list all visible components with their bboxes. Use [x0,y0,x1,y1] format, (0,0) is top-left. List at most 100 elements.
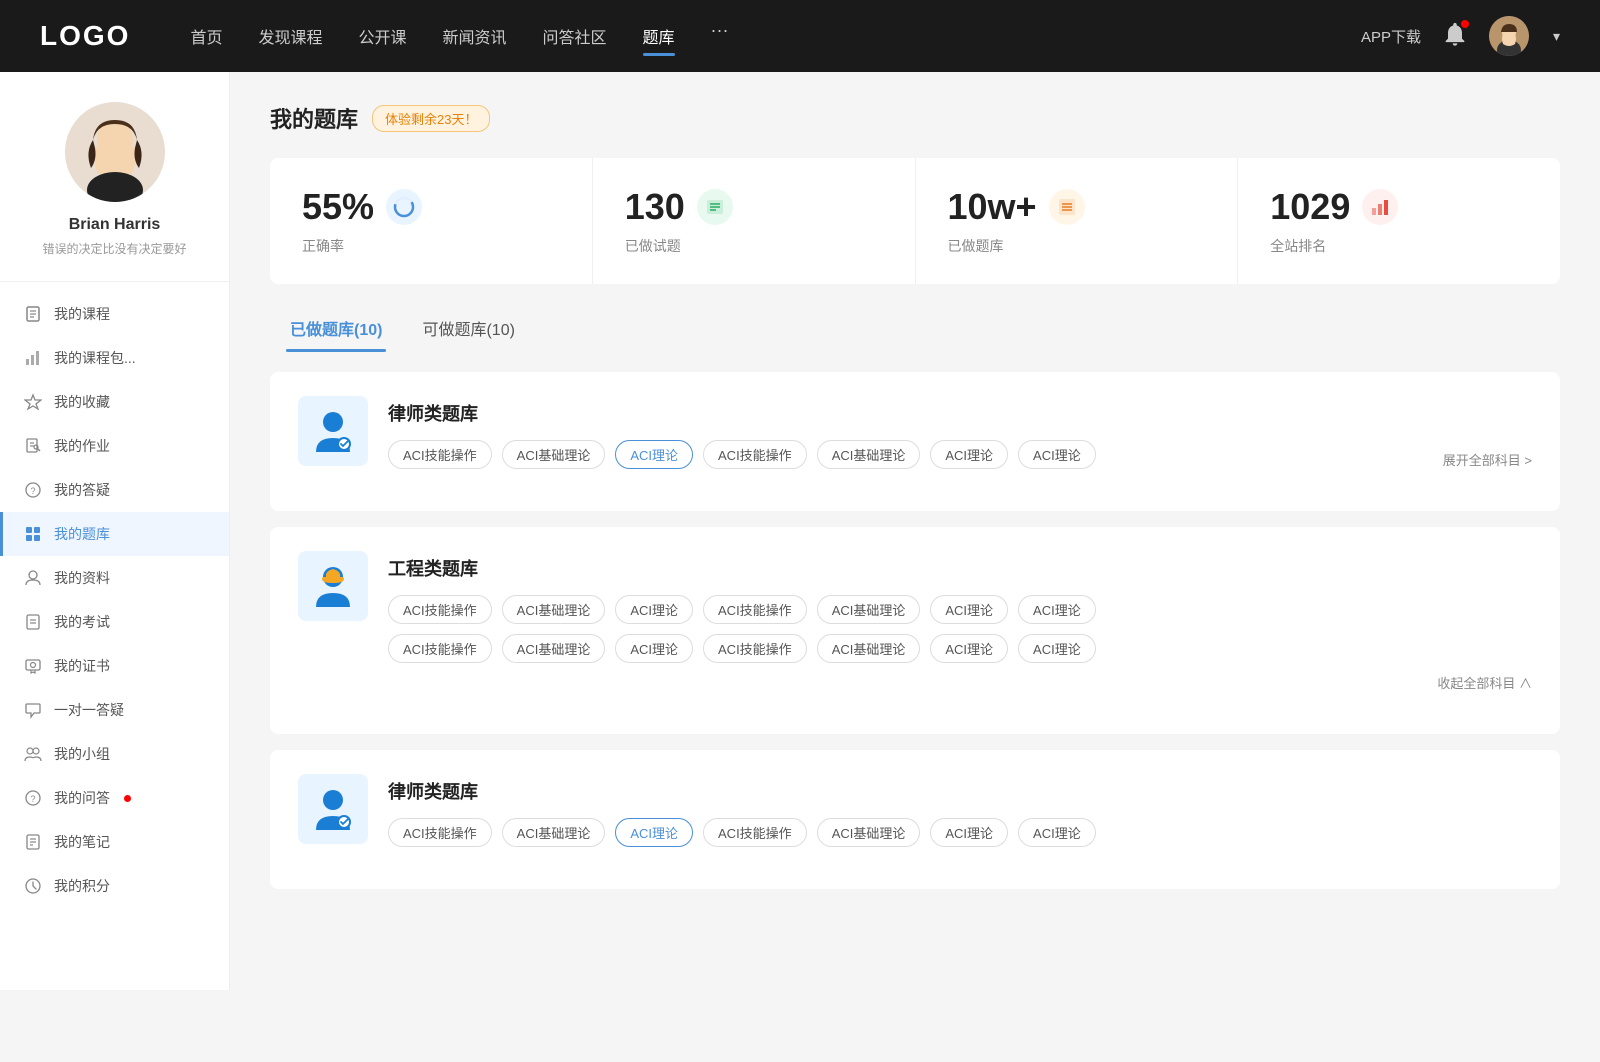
sidebar-label-my-collect: 我的收藏 [54,392,110,412]
star-icon [24,393,42,411]
tag-1a-2[interactable]: ACI理论 [615,595,693,624]
stat-label-done-banks: 已做题库 [948,236,1206,256]
tag-1b-6[interactable]: ACI理论 [1018,634,1096,663]
points-icon [24,877,42,895]
sidebar-menu: 我的课程 我的课程包... 我的收藏 我的作业 ? 我的答疑 [0,282,229,918]
sidebar-item-my-group[interactable]: 我的小组 [0,732,229,776]
sidebar-item-one-qa[interactable]: 一对一答疑 [0,688,229,732]
profile-motto: 错误的决定比没有决定要好 [42,240,186,257]
tag-1b-3[interactable]: ACI技能操作 [703,634,807,663]
sidebar-item-my-qa[interactable]: ? 我的答疑 [0,468,229,512]
tag-2-4[interactable]: ACI基础理论 [817,818,921,847]
main-layout: Brian Harris 错误的决定比没有决定要好 我的课程 我的课程包... … [0,72,1600,990]
tag-0-3[interactable]: ACI技能操作 [703,440,807,469]
tag-1b-1[interactable]: ACI基础理论 [502,634,606,663]
nav-public-course[interactable]: 公开课 [358,20,406,52]
tag-1b-5[interactable]: ACI理论 [930,634,1008,663]
logo: LOGO [40,20,130,52]
collapse-link-1[interactable]: 收起全部科目 ∧ [388,673,1532,692]
quiz-bank-icon-lawyer-0 [298,396,368,466]
quiz-bank-card-2: 律师类题库 ACI技能操作 ACI基础理论 ACI理论 ACI技能操作 ACI基… [270,750,1560,889]
tag-2-6[interactable]: ACI理论 [1018,818,1096,847]
nav-home[interactable]: 首页 [190,20,222,52]
question-icon: ? [24,481,42,499]
tag-1b-2[interactable]: ACI理论 [615,634,693,663]
expand-link-0[interactable]: 展开全部科目 > [1443,450,1532,469]
sidebar-label-my-cert: 我的证书 [54,656,110,676]
nav-more[interactable]: ··· [711,20,729,52]
tag-2-1[interactable]: ACI基础理论 [502,818,606,847]
sidebar-item-my-homework[interactable]: 我的作业 [0,424,229,468]
quiz-bank-icon-engineer [298,551,368,621]
tab-available-banks[interactable]: 可做题库(10) [402,308,534,352]
rank-icon [1362,189,1398,225]
page-title: 我的题库 [270,102,358,134]
sidebar-item-my-note[interactable]: 我的笔记 [0,820,229,864]
lawyer-svg-0 [306,404,360,458]
tags-row-2: ACI技能操作 ACI基础理论 ACI理论 ACI技能操作 ACI基础理论 AC… [388,818,1532,847]
list-icon [704,196,726,218]
tag-1a-1[interactable]: ACI基础理论 [502,595,606,624]
stat-card-done-questions: 130 已做试题 [593,158,916,284]
quiz-bank-content-1: 工程类题库 ACI技能操作 ACI基础理论 ACI理论 ACI技能操作 ACI基… [388,551,1532,692]
nav-news[interactable]: 新闻资讯 [443,20,507,52]
tag-2-5[interactable]: ACI理论 [930,818,1008,847]
quiz-bank-header-2: 律师类题库 ACI技能操作 ACI基础理论 ACI理论 ACI技能操作 ACI基… [298,774,1532,847]
stat-value-done-banks: 10w+ [948,186,1037,228]
sidebar-label-my-group: 我的小组 [54,744,110,764]
qmark-icon: ? [24,789,42,807]
tag-1a-3[interactable]: ACI技能操作 [703,595,807,624]
profile-avatar [65,102,165,202]
top-nav: LOGO 首页 发现课程 公开课 新闻资讯 问答社区 题库 ··· APP下载 [0,0,1600,72]
answer-red-dot [124,795,131,802]
tag-1b-0[interactable]: ACI技能操作 [388,634,492,663]
done-questions-icon [697,189,733,225]
stat-card-accuracy: 55% 正确率 [270,158,593,284]
tag-1a-5[interactable]: ACI理论 [930,595,1008,624]
quiz-bank-icon-lawyer-2 [298,774,368,844]
sidebar-label-my-profile: 我的资料 [54,568,110,588]
tag-2-0[interactable]: ACI技能操作 [388,818,492,847]
tag-1a-4[interactable]: ACI基础理论 [817,595,921,624]
tag-1a-0[interactable]: ACI技能操作 [388,595,492,624]
sidebar-item-my-course[interactable]: 我的课程 [0,292,229,336]
tag-2-2[interactable]: ACI理论 [615,818,693,847]
tag-0-1[interactable]: ACI基础理论 [502,440,606,469]
stats-row: 55% 正确率 130 [270,158,1560,284]
engineer-svg [306,559,360,613]
nav-discover[interactable]: 发现课程 [258,20,322,52]
quiz-bank-content-2: 律师类题库 ACI技能操作 ACI基础理论 ACI理论 ACI技能操作 ACI基… [388,774,1532,847]
sidebar-item-my-cert[interactable]: 我的证书 [0,644,229,688]
sidebar-item-my-answer[interactable]: ? 我的问答 [0,776,229,820]
tag-0-4[interactable]: ACI基础理论 [817,440,921,469]
nav-qa[interactable]: 问答社区 [543,20,607,52]
tag-0-0[interactable]: ACI技能操作 [388,440,492,469]
stat-value-accuracy: 55% [302,186,374,228]
sidebar-item-my-points[interactable]: 我的积分 [0,864,229,908]
sidebar-label-my-points: 我的积分 [54,876,110,896]
sidebar-item-my-exam[interactable]: 我的考试 [0,600,229,644]
sidebar-item-my-profile[interactable]: 我的资料 [0,556,229,600]
rank-chart-icon [1369,196,1391,218]
sidebar-item-my-course-pkg[interactable]: 我的课程包... [0,336,229,380]
tag-0-6[interactable]: ACI理论 [1018,440,1096,469]
stat-top-accuracy: 55% [302,186,560,228]
svg-text:?: ? [30,794,35,804]
tab-done-banks[interactable]: 已做题库(10) [270,308,402,352]
chat-icon [24,701,42,719]
tag-0-5[interactable]: ACI理论 [930,440,1008,469]
sidebar-item-my-quiz[interactable]: 我的题库 [0,512,229,556]
sidebar-label-one-qa: 一对一答疑 [54,700,124,720]
nav-quiz[interactable]: 题库 [643,20,675,52]
sidebar-item-my-collect[interactable]: 我的收藏 [0,380,229,424]
stat-label-rank: 全站排名 [1270,236,1528,256]
tag-1a-6[interactable]: ACI理论 [1018,595,1096,624]
tag-2-3[interactable]: ACI技能操作 [703,818,807,847]
tag-0-2[interactable]: ACI理论 [615,440,693,469]
quiz-bank-card-1: 工程类题库 ACI技能操作 ACI基础理论 ACI理论 ACI技能操作 ACI基… [270,527,1560,734]
user-menu-chevron[interactable]: ▾ [1553,28,1560,45]
tag-1b-4[interactable]: ACI基础理论 [817,634,921,663]
app-download-link[interactable]: APP下载 [1361,26,1421,47]
notification-bell[interactable] [1441,20,1469,53]
user-avatar[interactable] [1489,16,1529,56]
